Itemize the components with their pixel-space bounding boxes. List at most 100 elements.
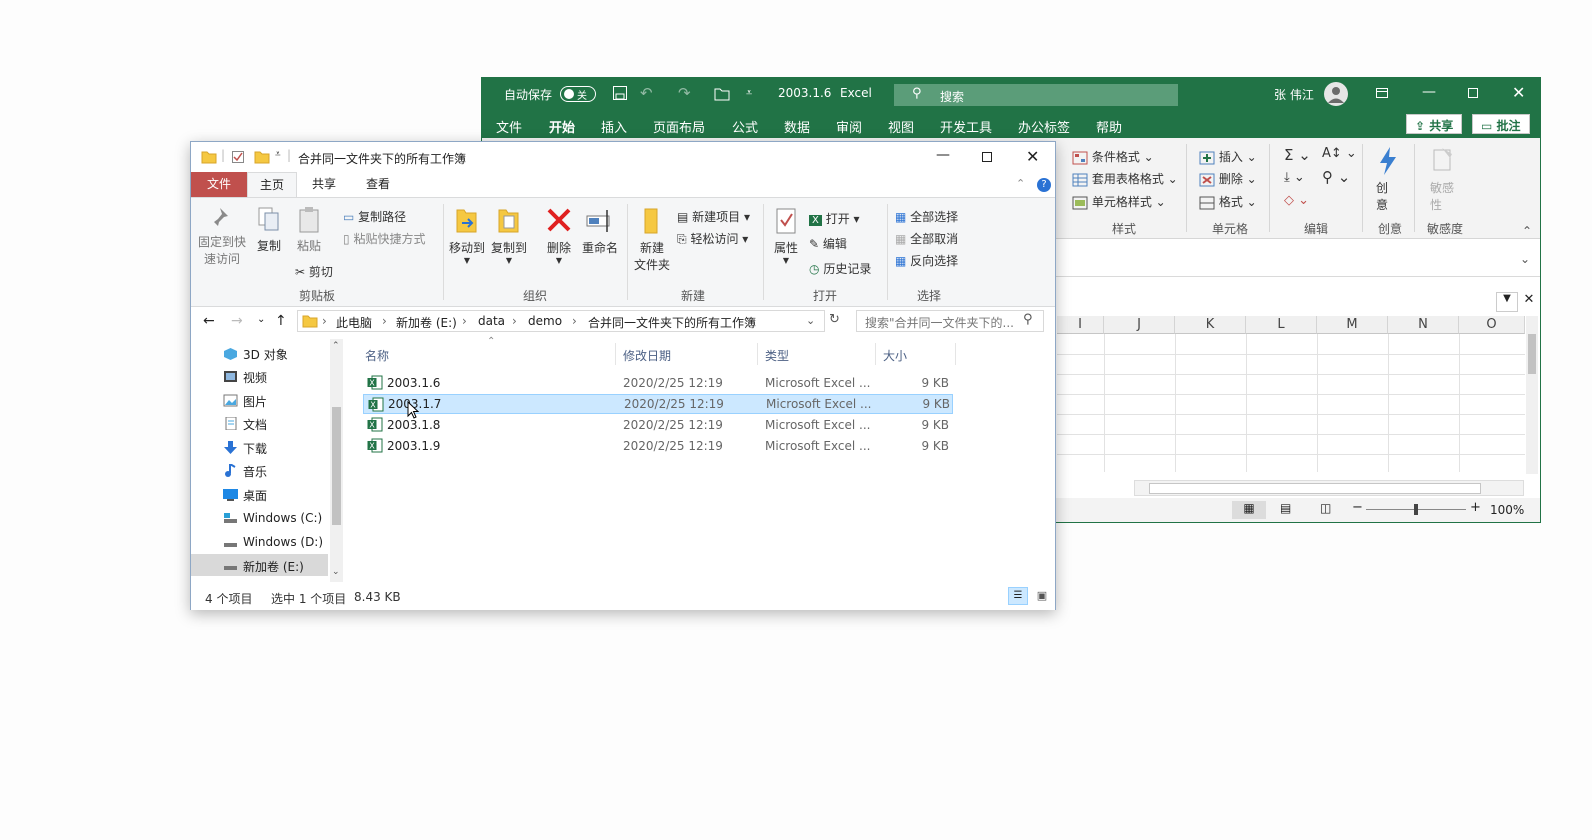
breadcrumb-drive-e[interactable]: 新加卷 (E:)	[396, 314, 457, 331]
copy-path-button[interactable]: ▭ 复制路径	[343, 208, 406, 225]
details-view-icon[interactable]: ☰	[1008, 587, 1028, 605]
format-as-table-button[interactable]: 套用表格格式 ⌄	[1072, 170, 1178, 187]
find-select-icon[interactable]: ⚲ ⌄	[1322, 168, 1350, 186]
excel-title-bar[interactable]: 自动保存 关 ↶ ↷ ⩡ 2003.1.6 Excel ⚲ 搜索 张 伟江 —	[482, 78, 1540, 110]
new-item-button[interactable]: ▤ 新建项目 ▾	[677, 208, 750, 225]
column-header[interactable]: K	[1175, 316, 1246, 334]
tab-page-layout[interactable]: 页面布局	[653, 117, 705, 136]
format-cells-button[interactable]: 格式 ⌄	[1199, 193, 1257, 210]
properties-icon[interactable]	[231, 150, 245, 167]
nav-item-documents[interactable]: 文档	[243, 416, 267, 433]
search-box[interactable]: 搜索"合并同一文件夹下的... ⚲	[856, 310, 1044, 332]
tab-data[interactable]: 数据	[784, 117, 810, 136]
column-header[interactable]: I	[1057, 316, 1104, 334]
paste-shortcut-button[interactable]: ▯ 粘贴快捷方式	[343, 230, 425, 247]
tab-developer[interactable]: 开发工具	[940, 117, 992, 136]
zoom-in-icon[interactable]: +	[1470, 500, 1481, 515]
vertical-scrollbar[interactable]	[1526, 316, 1538, 474]
sheet-dropdown-icon[interactable]: ▼	[1496, 292, 1518, 312]
tab-share[interactable]: 共享	[299, 172, 349, 197]
scroll-thumb[interactable]	[1528, 334, 1536, 374]
explorer-title-bar[interactable]: | ⩡ | 合并同一文件夹下的所有工作簿 — ✕	[191, 142, 1055, 172]
quick-access-dropdown-icon[interactable]: ⩡	[746, 86, 752, 100]
tab-office-tab[interactable]: 办公标签	[1018, 117, 1070, 136]
breadcrumb-data[interactable]: data	[478, 314, 505, 328]
cell-styles-button[interactable]: 单元格样式 ⌄	[1072, 193, 1166, 210]
new-folder-button[interactable]: 新建 文件夹	[631, 206, 673, 273]
tab-view[interactable]: 查看	[353, 172, 403, 197]
pin-quick-access-button[interactable]: 固定到快 速访问	[197, 206, 247, 267]
nav-item-drive-d[interactable]: Windows (D:)	[243, 535, 323, 549]
file-row[interactable]: X 2003.1.6 2020/2/25 12:19 Microsoft Exc…	[363, 373, 953, 393]
zoom-slider-thumb[interactable]	[1414, 504, 1418, 515]
delete-button[interactable]: 删除 ▼	[541, 206, 577, 265]
nav-item-music[interactable]: 音乐	[243, 463, 267, 480]
column-header[interactable]: M	[1317, 316, 1388, 334]
page-layout-view-icon[interactable]: ▤	[1280, 501, 1291, 515]
tab-file[interactable]: 文件	[496, 117, 522, 136]
column-header-date[interactable]: 修改日期	[623, 347, 671, 364]
scroll-up-icon[interactable]: ⌃	[332, 341, 340, 351]
expand-formula-icon[interactable]: ⌄	[1520, 252, 1530, 266]
nav-item-desktop[interactable]: 桌面	[243, 487, 267, 504]
tab-view[interactable]: 视图	[888, 117, 914, 136]
back-icon[interactable]: ←	[203, 313, 215, 329]
scroll-thumb[interactable]	[332, 407, 341, 525]
collapse-ribbon-icon[interactable]: ⌃	[1522, 224, 1532, 238]
nav-scrollbar[interactable]: ⌃ ⌄	[330, 339, 343, 582]
open-button[interactable]: X 打开 ▾	[809, 210, 860, 227]
comments-button[interactable]: ▭ 批注	[1472, 114, 1530, 134]
cut-button[interactable]: ✂ 剪切	[295, 263, 333, 280]
scroll-thumb[interactable]	[1149, 483, 1481, 494]
file-explorer-window[interactable]: | ⩡ | 合并同一文件夹下的所有工作簿 — ✕ 文件 主页 共享 查看 ⌃ ?…	[190, 141, 1056, 610]
tab-home[interactable]: 主页	[247, 172, 297, 197]
history-button[interactable]: ◷ 历史记录	[809, 260, 871, 277]
new-folder-icon[interactable]	[254, 150, 270, 167]
nav-item-pictures[interactable]: 图片	[243, 393, 267, 410]
normal-view-icon[interactable]: ▦	[1232, 501, 1266, 519]
worksheet-grid[interactable]: I J K L M N O	[1057, 316, 1525, 476]
quick-access-dropdown-icon[interactable]: ⩡	[275, 149, 281, 160]
redo-icon[interactable]: ↷	[678, 84, 691, 102]
collapse-ribbon-icon[interactable]: ⌃	[1016, 177, 1025, 190]
address-dropdown-icon[interactable]: ⌄	[806, 314, 815, 327]
copy-button[interactable]: 复制	[253, 206, 285, 254]
breadcrumb-current[interactable]: 合并同一文件夹下的所有工作簿	[588, 314, 756, 331]
nav-item-downloads[interactable]: 下载	[243, 440, 267, 457]
column-header[interactable]: J	[1104, 316, 1175, 334]
page-break-view-icon[interactable]: ◫	[1320, 501, 1331, 515]
search-icon[interactable]: ⚲	[1023, 312, 1033, 327]
avatar[interactable]	[1324, 82, 1348, 106]
ribbon-display-icon[interactable]	[1375, 86, 1389, 103]
save-icon[interactable]	[612, 85, 628, 104]
share-button[interactable]: ⇪ 共享	[1406, 114, 1463, 134]
column-header[interactable]: L	[1246, 316, 1317, 334]
delete-cells-button[interactable]: 删除 ⌄	[1199, 170, 1257, 187]
file-list[interactable]: ⌃ 名称 修改日期 类型 大小 X 2003.1.6 2020/2/25 12:…	[363, 336, 1055, 582]
tab-review[interactable]: 审阅	[836, 117, 862, 136]
sensitivity-button[interactable]: 敏感 性	[1430, 146, 1460, 213]
insert-cells-button[interactable]: 插入 ⌄	[1199, 148, 1257, 165]
zoom-slider[interactable]	[1366, 504, 1466, 515]
address-bar[interactable]: › 此电脑 › 新加卷 (E:) › data › demo › 合并同一文件夹…	[297, 310, 825, 332]
creativity-button[interactable]: 创 意	[1376, 146, 1404, 213]
easy-access-button[interactable]: ⎘ 轻松访问 ▾	[677, 230, 748, 247]
minimize-icon[interactable]: —	[1422, 84, 1436, 100]
nav-item-videos[interactable]: 视频	[243, 369, 267, 386]
breadcrumb-demo[interactable]: demo	[528, 314, 562, 328]
close-workbook-icon[interactable]: ✕	[1520, 292, 1538, 310]
zoom-level[interactable]: 100%	[1490, 503, 1524, 517]
properties-button[interactable]: 属性 ▼	[769, 206, 803, 265]
close-icon[interactable]: ✕	[1512, 83, 1525, 102]
scroll-down-icon[interactable]: ⌄	[332, 567, 340, 577]
edit-button[interactable]: ✎ 编辑	[809, 235, 847, 252]
excel-search-box[interactable]: ⚲ 搜索	[894, 84, 1178, 106]
column-header[interactable]: N	[1388, 316, 1459, 334]
nav-item-drive-c[interactable]: Windows (C:)	[243, 511, 322, 525]
nav-item-drive-e[interactable]: 新加卷 (E:)	[243, 558, 304, 575]
undo-icon[interactable]: ↶	[640, 84, 653, 102]
minimize-icon[interactable]: —	[936, 147, 950, 163]
recent-locations-icon[interactable]: ⌄	[257, 314, 265, 325]
maximize-icon[interactable]	[1467, 87, 1479, 102]
tab-insert[interactable]: 插入	[601, 117, 627, 136]
